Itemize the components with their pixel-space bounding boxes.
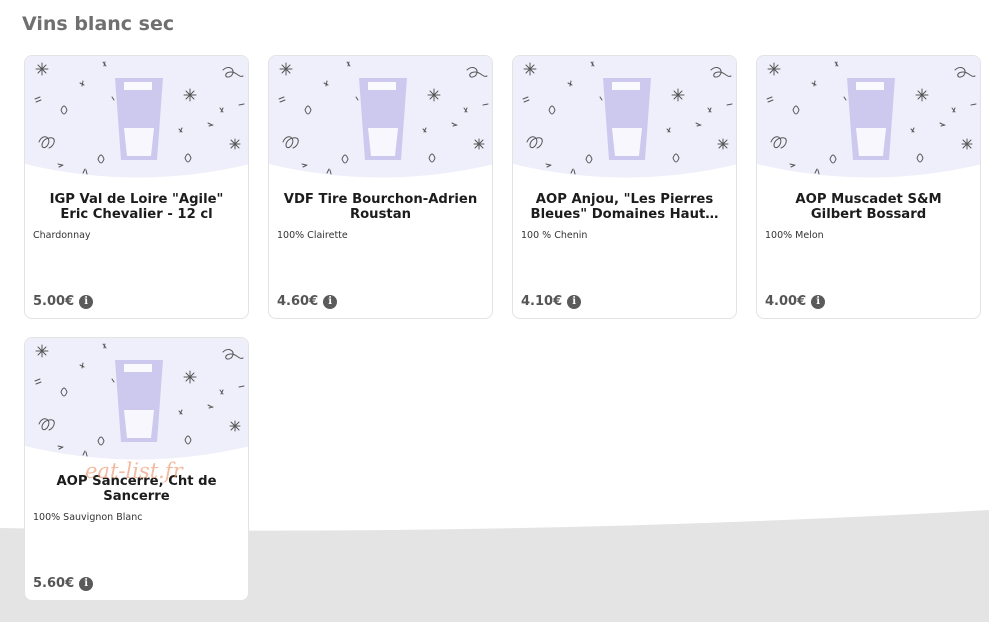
product-image: [25, 56, 248, 186]
product-card[interactable]: IGP Val de Loire "Agile" Eric Chevalier …: [24, 55, 249, 319]
price-row: 4.00€ i: [765, 294, 826, 309]
product-description: Chardonnay: [33, 230, 91, 241]
product-image: [513, 56, 736, 186]
product-description: 100% Clairette: [277, 230, 348, 241]
section-title: Vins blanc sec: [22, 13, 175, 35]
product-image: [757, 56, 980, 186]
product-description: 100% Melon: [765, 230, 824, 241]
price-row: 4.60€ i: [277, 294, 338, 309]
product-card[interactable]: AOP Muscadet S&M Gilbert Bossard 100% Me…: [756, 55, 981, 319]
watermark: eat-list.fr: [85, 459, 183, 483]
info-icon[interactable]: i: [811, 294, 826, 309]
product-price: 5.00€: [33, 294, 75, 309]
product-name: VDF Tire Bourchon-Adrien Roustan: [283, 192, 478, 222]
product-image: [269, 56, 492, 186]
product-price: 4.00€: [765, 294, 807, 309]
product-description: 100 % Chenin: [521, 230, 588, 241]
info-icon[interactable]: i: [79, 294, 94, 309]
product-name: IGP Val de Loire "Agile" Eric Chevalier …: [49, 192, 224, 222]
price-row: 5.00€ i: [33, 294, 94, 309]
product-description: 100% Sauvignon Blanc: [33, 512, 143, 523]
product-price: 4.60€: [277, 294, 319, 309]
info-icon[interactable]: i: [323, 294, 338, 309]
price-row: 4.10€ i: [521, 294, 582, 309]
info-icon[interactable]: i: [567, 294, 582, 309]
product-name: AOP Anjou, "Les Pierres Bleues" Domaines…: [530, 192, 719, 222]
product-card[interactable]: AOP Anjou, "Les Pierres Bleues" Domaines…: [512, 55, 737, 319]
product-image: [25, 338, 248, 468]
product-card[interactable]: VDF Tire Bourchon-Adrien Roustan 100% Cl…: [268, 55, 493, 319]
info-icon[interactable]: i: [79, 576, 94, 591]
product-name: AOP Muscadet S&M Gilbert Bossard: [795, 192, 942, 222]
product-price: 4.10€: [521, 294, 563, 309]
product-price: 5.60€: [33, 576, 75, 591]
price-row: 5.60€ i: [33, 576, 94, 591]
